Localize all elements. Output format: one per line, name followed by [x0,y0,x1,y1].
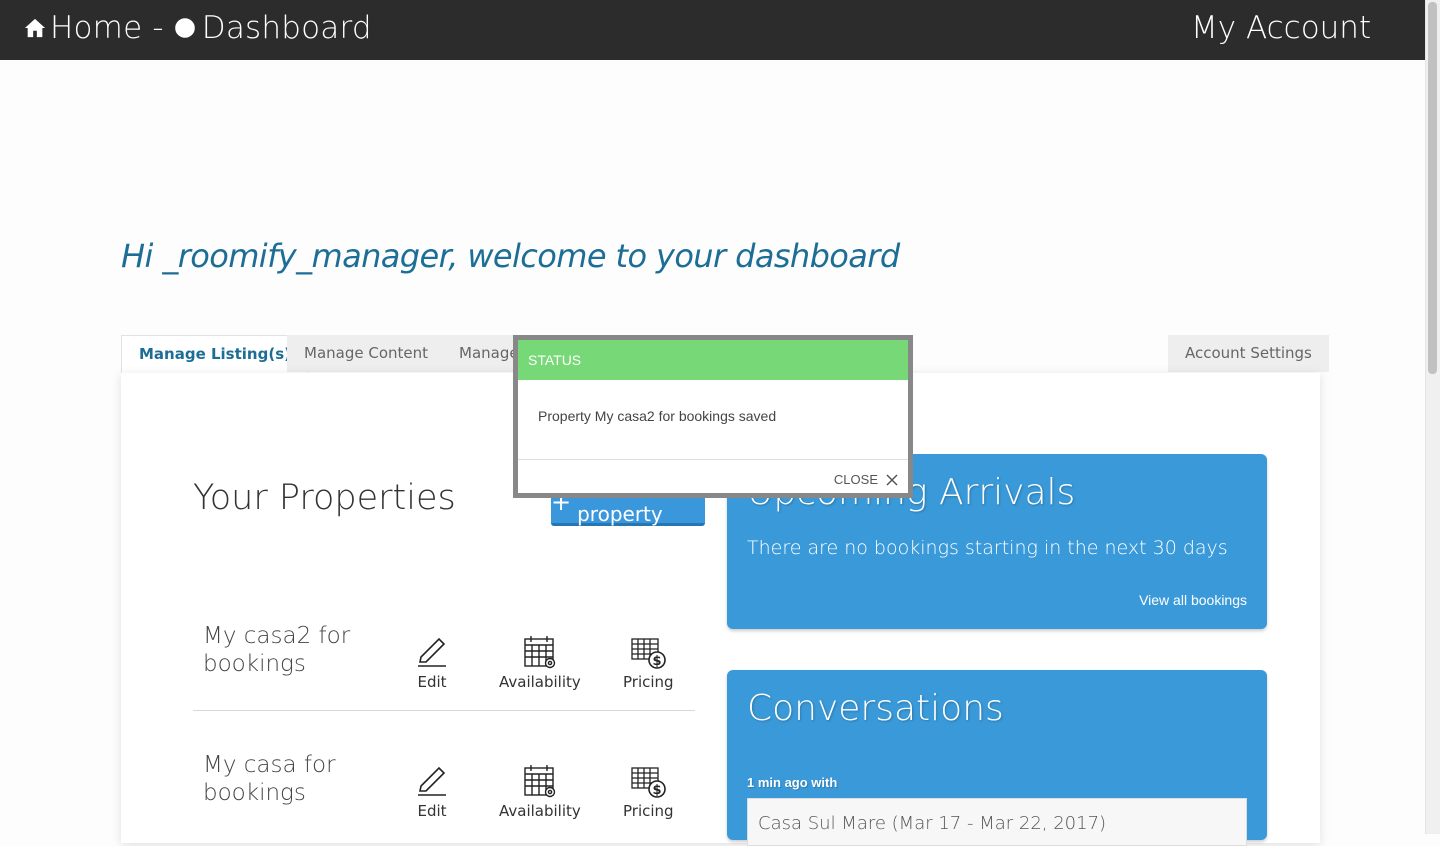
availability-action[interactable]: Availability [499,763,581,820]
edit-label: Edit [417,802,447,820]
home-link[interactable]: Home [50,10,142,46]
edit-action[interactable]: Edit [415,764,449,820]
dashboard-link[interactable]: Dashboard [202,10,372,46]
conversation-meta: 1 min ago with [747,775,838,790]
status-dialog: STATUS Property My casa2 for bookings sa… [513,335,913,498]
svg-text:$: $ [653,654,662,669]
welcome-heading: Hi _roomify_manager, welcome to your das… [121,237,900,275]
dashboard-icon [174,17,196,39]
calendar-gear-icon [524,636,556,669]
svg-text:$: $ [653,783,662,798]
property-name[interactable]: My casa for bookings [203,751,393,807]
pricing-icon: $ [631,767,667,798]
conversation-item[interactable]: Casa Sul Mare (Mar 17 - Mar 22, 2017) [747,798,1247,846]
calendar-gear-icon [524,765,556,798]
close-button[interactable]: CLOSE [834,472,898,487]
pricing-action[interactable]: $ Pricing [623,766,674,820]
availability-label: Availability [499,673,581,691]
pricing-label: Pricing [623,673,674,691]
my-account-link[interactable]: My Account [1191,10,1371,46]
status-header: STATUS [518,340,908,380]
your-properties-heading: Your Properties [193,478,456,518]
conversations-title: Conversations [747,688,1004,729]
arrivals-message: There are no bookings starting in the ne… [747,537,1228,559]
conversations-card: Conversations 1 min ago with Casa Sul Ma… [727,670,1267,846]
scrollbar-thumb[interactable] [1428,2,1437,374]
edit-action[interactable]: Edit [415,635,449,691]
tab-manage-content[interactable]: Manage Content [287,335,446,372]
breadcrumb-separator: - [152,10,164,46]
tab-manage-listings[interactable]: Manage Listing(s) [121,335,309,374]
property-row: My casa2 for bookings Edit Availability … [193,582,695,711]
pricing-action[interactable]: $ Pricing [623,637,674,691]
home-icon[interactable] [24,17,46,39]
breadcrumb: Home - Dashboard [24,10,372,46]
property-name[interactable]: My casa2 for bookings [203,622,393,678]
availability-label: Availability [499,802,581,820]
availability-action[interactable]: Availability [499,634,581,691]
top-navbar: Home - Dashboard My Account [0,0,1425,60]
pricing-icon: $ [631,638,667,669]
pencil-icon [418,766,446,796]
property-row: My casa for bookings Edit Availability $… [193,711,695,839]
close-icon [886,473,898,486]
close-label: CLOSE [833,472,878,487]
status-message: Property My casa2 for bookings saved [518,380,908,460]
edit-label: Edit [417,673,447,691]
pencil-icon [418,637,446,667]
pricing-label: Pricing [623,802,674,820]
view-all-bookings-link[interactable]: View all bookings [1139,592,1247,608]
tab-account-settings[interactable]: Account Settings [1168,335,1329,372]
